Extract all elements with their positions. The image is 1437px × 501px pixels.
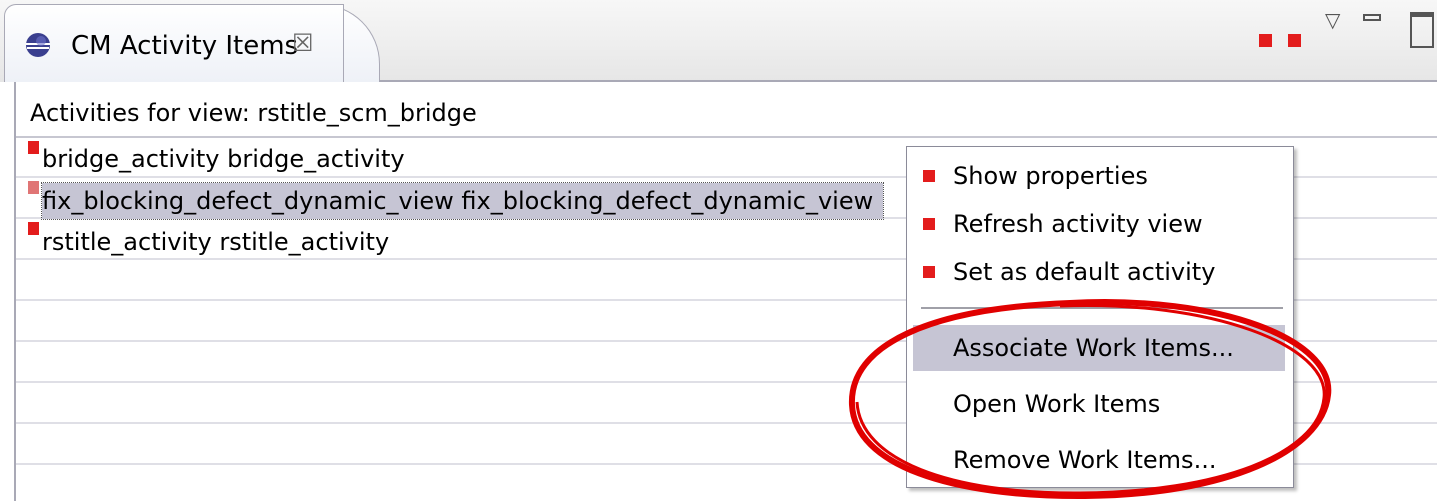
- header-divider: [16, 136, 1437, 138]
- menu-item-label: Remove Work Items...: [953, 446, 1217, 474]
- menu-item-label: Refresh activity view: [953, 210, 1203, 238]
- context-menu: Show properties Refresh activity view Se…: [906, 146, 1294, 488]
- tab-divider: [380, 80, 1437, 82]
- menu-separator: [921, 307, 1283, 309]
- cm-activity-items-view: CM Activity Items ☒ ▽ Activities for vie…: [0, 0, 1437, 501]
- red-square-icon[interactable]: [1288, 34, 1301, 47]
- close-icon[interactable]: ☒: [292, 27, 314, 59]
- tab-bar: CM Activity Items ☒ ▽: [0, 0, 1437, 82]
- menu-item-refresh-activity-view[interactable]: Refresh activity view: [913, 201, 1285, 247]
- view-menu-icon[interactable]: ▽: [1325, 8, 1340, 32]
- eclipse-icon: [26, 33, 50, 57]
- activity-icon: [28, 181, 39, 194]
- red-square-icon: [923, 218, 935, 230]
- list-item-selected[interactable]: fix_blocking_defect_dynamic_view fix_blo…: [40, 182, 885, 220]
- list-item[interactable]: rstitle_activity rstitle_activity: [42, 224, 389, 260]
- menu-item-show-properties[interactable]: Show properties: [913, 153, 1285, 199]
- menu-item-label: Show properties: [953, 162, 1148, 190]
- list-item[interactable]: bridge_activity bridge_activity: [42, 141, 405, 177]
- tab-cm-activity-items[interactable]: CM Activity Items ☒: [4, 4, 344, 82]
- menu-item-label: Associate Work Items...: [953, 334, 1234, 362]
- red-square-icon: [923, 266, 935, 278]
- menu-item-open-work-items[interactable]: Open Work Items: [913, 381, 1285, 427]
- activity-icon: [28, 222, 39, 235]
- menu-item-remove-work-items[interactable]: Remove Work Items...: [913, 437, 1285, 483]
- menu-item-associate-work-items[interactable]: Associate Work Items...: [913, 325, 1285, 371]
- view-border: [14, 82, 16, 501]
- menu-item-set-default-activity[interactable]: Set as default activity: [913, 249, 1285, 295]
- maximize-icon[interactable]: [1410, 12, 1434, 48]
- minimize-icon[interactable]: [1363, 14, 1381, 21]
- menu-item-label: Set as default activity: [953, 258, 1216, 286]
- activity-icon: [28, 141, 39, 154]
- red-square-icon: [923, 170, 935, 182]
- red-square-icon[interactable]: [1259, 34, 1272, 47]
- view-header: Activities for view: rstitle_scm_bridge: [30, 99, 477, 127]
- tab-title: CM Activity Items: [71, 31, 299, 61]
- menu-item-label: Open Work Items: [953, 390, 1161, 418]
